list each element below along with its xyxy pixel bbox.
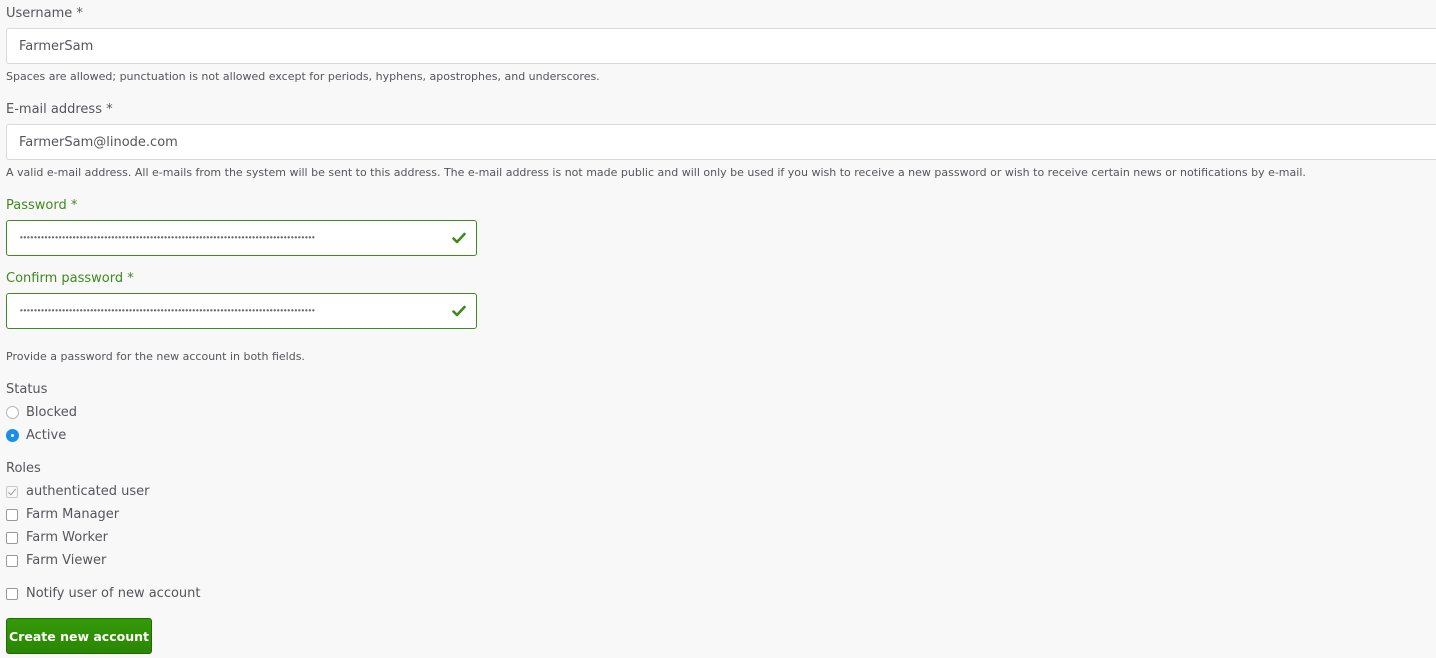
email-description: A valid e-mail address. All e-mails from… — [6, 166, 1306, 179]
role-authenticated-user: authenticated user — [6, 484, 149, 499]
confirm-password-masked-value: ••••••••••••••••••••••••••••••••••••••••… — [19, 306, 316, 316]
check-icon — [452, 232, 466, 244]
check-icon — [452, 305, 466, 317]
password-label: Password * — [6, 198, 78, 213]
status-option-blocked[interactable]: Blocked — [6, 405, 77, 420]
password-input[interactable]: ••••••••••••••••••••••••••••••••••••••••… — [6, 220, 477, 256]
email-input[interactable] — [6, 124, 1436, 160]
username-label: Username * — [6, 6, 83, 21]
confirm-password-label: Confirm password * — [6, 271, 134, 286]
create-account-form: Username * Spaces are allowed; punctuati… — [0, 0, 1436, 658]
role-label: Farm Worker — [26, 530, 108, 545]
checkbox-authenticated-user — [6, 485, 18, 498]
radio-active[interactable] — [6, 429, 19, 442]
status-option-label: Active — [26, 428, 67, 443]
checkbox-notify-user[interactable] — [6, 587, 18, 600]
role-farm-worker[interactable]: Farm Worker — [6, 530, 108, 545]
role-farm-manager[interactable]: Farm Manager — [6, 507, 119, 522]
role-farm-viewer[interactable]: Farm Viewer — [6, 553, 106, 568]
role-label: authenticated user — [26, 484, 150, 499]
status-option-active[interactable]: Active — [6, 428, 66, 443]
status-label: Status — [6, 382, 48, 397]
checkbox-farm-viewer[interactable] — [6, 554, 18, 567]
email-label: E-mail address * — [6, 102, 113, 117]
username-description: Spaces are allowed; punctuation is not a… — [6, 70, 600, 83]
confirm-password-input[interactable]: ••••••••••••••••••••••••••••••••••••••••… — [6, 293, 477, 329]
notify-user-label: Notify user of new account — [26, 586, 201, 601]
checkbox-farm-manager[interactable] — [6, 508, 18, 521]
status-option-label: Blocked — [26, 405, 77, 420]
username-input[interactable] — [6, 28, 1436, 64]
checkbox-farm-worker[interactable] — [6, 531, 18, 544]
notify-user-option[interactable]: Notify user of new account — [6, 586, 201, 601]
password-description: Provide a password for the new account i… — [6, 350, 305, 363]
roles-label: Roles — [6, 461, 41, 476]
create-new-account-button[interactable]: Create new account — [6, 618, 152, 654]
role-label: Farm Manager — [26, 507, 120, 522]
radio-blocked[interactable] — [6, 406, 19, 419]
password-masked-value: ••••••••••••••••••••••••••••••••••••••••… — [19, 233, 316, 243]
role-label: Farm Viewer — [26, 553, 107, 568]
